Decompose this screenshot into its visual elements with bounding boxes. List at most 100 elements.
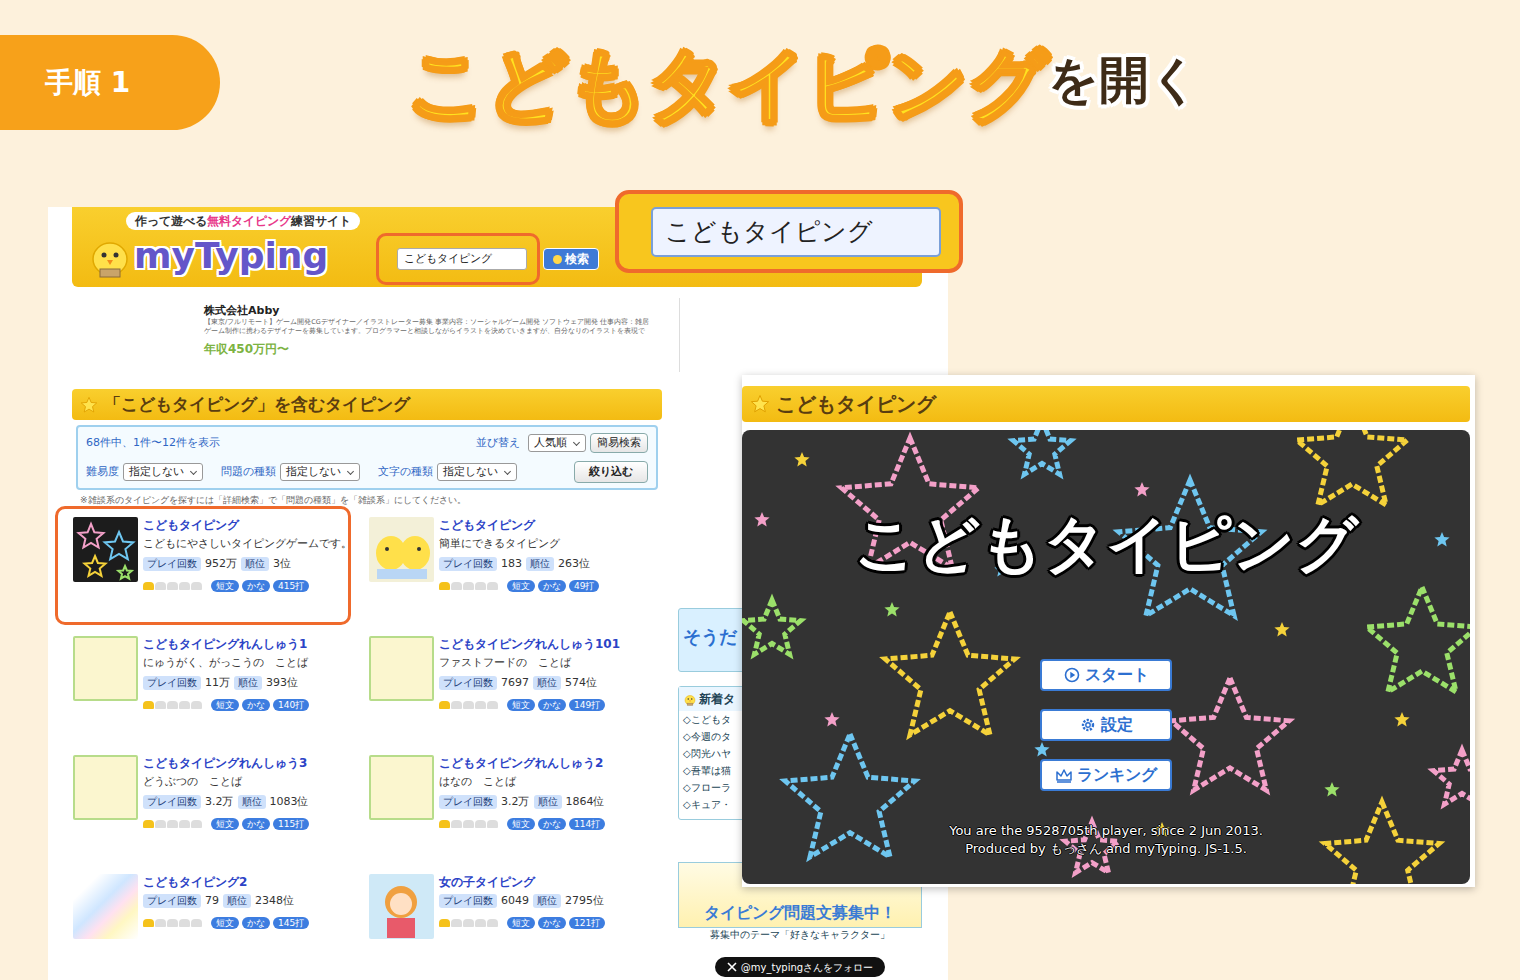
job-ad[interactable]: 株式会社Abby【東京/フルリモート】ゲーム開発CGデザイナー／イラストレーター… (200, 298, 680, 372)
filter-select[interactable]: 指定しない (437, 463, 517, 482)
result-thumbnail[interactable] (73, 755, 138, 820)
result-item[interactable]: こどもタイピングれんしゅう2はなの ことばプレイ回数3.2万順位1864位短文か… (351, 744, 647, 863)
result-text: こどもタイピングれんしゅう3どうぶつの ことばプレイ回数3.2万順位1083位短… (143, 755, 344, 830)
result-tag: 短文 (507, 917, 535, 929)
result-thumbnail[interactable] (369, 636, 434, 701)
result-tag: かな (242, 580, 270, 592)
result-thumbnail[interactable] (369, 517, 434, 582)
plays-label: プレイ回数 (143, 676, 201, 690)
result-item[interactable]: こどもタイピングこどもにやさしいタイピングゲームです。プレイ回数952万順位3位… (55, 506, 351, 625)
result-text: こどもタイピングこどもにやさしいタイピングゲームです。プレイ回数952万順位3位… (143, 517, 344, 592)
difficulty-pip (451, 820, 462, 828)
difficulty-pip (487, 820, 498, 828)
result-thumbnail[interactable] (73, 636, 138, 701)
tagline-part: 無料タイピング (207, 214, 291, 228)
difficulty-pip (439, 919, 450, 927)
search-button[interactable]: 検索 (543, 248, 599, 270)
result-tag: 140打 (273, 699, 309, 711)
difficulty-pip (191, 582, 202, 590)
result-tag: 短文 (507, 699, 535, 711)
difficulty-pip (487, 919, 498, 927)
rank-value: 263位 (558, 554, 590, 574)
star-icon (750, 394, 770, 414)
result-item[interactable]: こどもタイピング2プレイ回数79順位2348位短文かな145打 (55, 863, 351, 980)
difficulty-pip (167, 701, 178, 709)
search-highlight: こどもタイピング (376, 233, 540, 285)
result-thumbnail[interactable] (369, 874, 434, 939)
follow-button[interactable]: @my_typingさんをフォロー (715, 957, 885, 977)
plays-value: 952万 (205, 554, 237, 574)
plays-value: 7697 (501, 673, 529, 693)
result-title[interactable]: こどもタイピングれんしゅう101 (439, 636, 640, 653)
result-tags: 短文かな121打 (439, 917, 640, 929)
difficulty-pip (439, 701, 450, 709)
difficulty-pip (167, 919, 178, 927)
result-title[interactable]: こどもタイピング (439, 517, 640, 534)
star-background (742, 430, 1470, 884)
result-title[interactable]: こどもタイピング2 (143, 874, 344, 891)
filter-select[interactable]: 指定しない (280, 463, 360, 482)
rank-label: 順位 (533, 894, 561, 908)
result-text: 女の子タイピングプレイ回数6049順位2795位短文かな121打 (439, 874, 640, 929)
site-logo[interactable]: myTyping (134, 234, 376, 278)
difficulty-pip (179, 582, 190, 590)
game-screen: こどもタイピングスタート設定ランキングYou are the 9528705th… (742, 430, 1470, 884)
play-icon (1063, 667, 1081, 683)
result-title[interactable]: こどもタイピングれんしゅう2 (439, 755, 640, 772)
result-title[interactable]: 女の子タイピング (439, 874, 640, 891)
result-text: こどもタイピング簡単にできるタイピングプレイ回数183順位263位短文かな49打 (439, 517, 640, 592)
ad-line: 【東京/フルリモート】ゲーム開発CGデザイナー／イラストレーター募集 事業内容：… (204, 318, 675, 327)
difficulty-pip (487, 701, 498, 709)
result-tag: かな (242, 699, 270, 711)
search-callout: こどもタイピング (615, 190, 963, 273)
difficulty-pip (143, 820, 154, 828)
result-text: こどもタイピングれんしゅう101ファストフードの ことばプレイ回数7697順位5… (439, 636, 640, 711)
logo-block: 作って遊べる無料タイピング練習サイトmyTyping (126, 207, 376, 278)
chick-logo-icon (86, 231, 134, 279)
result-item[interactable]: 女の子タイピングプレイ回数6049順位2795位短文かな121打 (351, 863, 647, 980)
result-item[interactable]: こどもタイピングれんしゅう101ファストフードの ことばプレイ回数7697順位5… (351, 625, 647, 744)
sort-select[interactable]: 人気順 (528, 434, 586, 453)
search-input[interactable]: こどもタイピング (397, 248, 527, 270)
result-tag: 115打 (273, 818, 309, 830)
result-tag: かな (538, 699, 566, 711)
result-title[interactable]: こどもタイピング (143, 517, 344, 534)
result-stats: プレイ回数 11万順位 393位 (143, 673, 344, 693)
rank-value: 2348位 (255, 891, 294, 911)
simple-search-button[interactable]: 簡易検索 (590, 433, 648, 454)
result-tag: かな (538, 917, 566, 929)
plays-label: プレイ回数 (439, 557, 497, 571)
game-menu-button[interactable]: 設定 (1040, 709, 1172, 741)
rank-label: 順位 (234, 676, 262, 690)
plays-label: プレイ回数 (143, 894, 201, 908)
result-tag: 短文 (211, 699, 239, 711)
result-item[interactable]: こどもタイピングれんしゅう1にゅうがく、がっこうの ことばプレイ回数11万順位3… (55, 625, 351, 744)
plays-value: 11万 (205, 673, 230, 693)
results-title: 「こどもタイピング」を含むタイピング (104, 392, 410, 418)
game-menu-button[interactable]: スタート (1040, 659, 1172, 691)
result-thumbnail[interactable] (73, 874, 138, 939)
x-logo-icon (727, 962, 737, 972)
result-item[interactable]: こどもタイピングれんしゅう3どうぶつの ことばプレイ回数3.2万順位1083位短… (55, 744, 351, 863)
rank-label: 順位 (238, 795, 266, 809)
filter-field: 問題の種類指定しない (221, 463, 360, 482)
sort-group: 並び替え人気順簡易検索 (476, 433, 648, 454)
result-thumbnail[interactable] (73, 517, 138, 582)
difficulty-pip (143, 582, 154, 590)
difficulty-pip (167, 582, 178, 590)
filter-select[interactable]: 指定しない (123, 463, 203, 482)
result-tags: 短文かな114打 (439, 818, 640, 830)
result-tags: 短文かな145打 (143, 917, 344, 929)
result-tags: 短文かな140打 (143, 699, 344, 711)
game-menu-button[interactable]: ランキング (1040, 759, 1172, 791)
difficulty-pip (191, 919, 202, 927)
rank-value: 393位 (266, 673, 298, 693)
result-item[interactable]: こどもタイピング簡単にできるタイピングプレイ回数183順位263位短文かな49打 (351, 506, 647, 625)
difficulty-pip (191, 820, 202, 828)
result-title[interactable]: こどもタイピングれんしゅう1 (143, 636, 344, 653)
rank-value: 1864位 (566, 792, 605, 812)
filter-button[interactable]: 絞り込む (574, 461, 648, 484)
result-title[interactable]: こどもタイピングれんしゅう3 (143, 755, 344, 772)
result-thumbnail[interactable] (369, 755, 434, 820)
difficulty-meter (143, 919, 202, 927)
